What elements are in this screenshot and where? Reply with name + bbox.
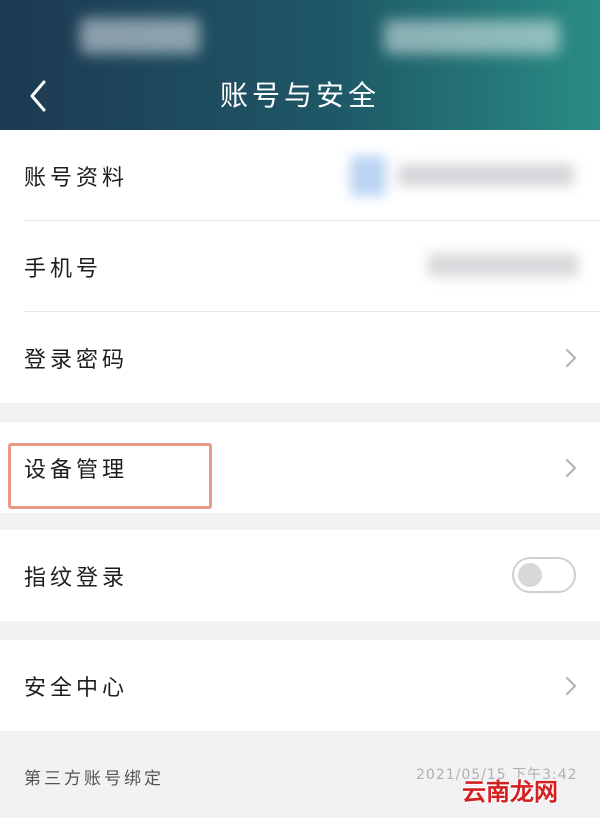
chevron-right-icon [564,676,578,696]
chevron-right-icon [564,348,578,368]
fingerprint-toggle[interactable] [512,556,576,593]
row-account-profile[interactable]: 账号资料 [0,130,600,221]
row-label: 安全中心 [24,675,129,701]
row-label: 指纹登录 [24,565,129,591]
account-name-blurred [398,164,574,186]
account-avatar-blurred [350,156,386,196]
chevron-right-icon [564,458,578,478]
fingerprint-group: 指纹登录 [0,530,600,621]
app-header: 账号与安全 [0,0,600,130]
toggle-knob [518,562,542,587]
security-center-group: 安全中心 [0,640,600,731]
row-label: 登录密码 [24,347,129,373]
highlight-annotation [8,443,212,509]
row-phone-number[interactable]: 手机号 [0,221,600,312]
row-label: 账号资料 [24,165,129,191]
section-header-third-party: 第三方账号绑定 [24,769,164,789]
page-title: 账号与安全 [219,79,380,112]
row-security-center[interactable]: 安全中心 [0,640,600,731]
status-bar-blurred-left [80,18,200,54]
watermark-logo: 云南龙网 [462,778,558,806]
row-label: 手机号 [24,256,103,282]
status-bar-blurred-right [384,20,560,54]
row-fingerprint-login: 指纹登录 [0,530,600,621]
row-login-password[interactable]: 登录密码 [0,312,600,403]
account-info-group: 账号资料 手机号 登录密码 [0,130,600,403]
phone-value-blurred [428,253,578,277]
